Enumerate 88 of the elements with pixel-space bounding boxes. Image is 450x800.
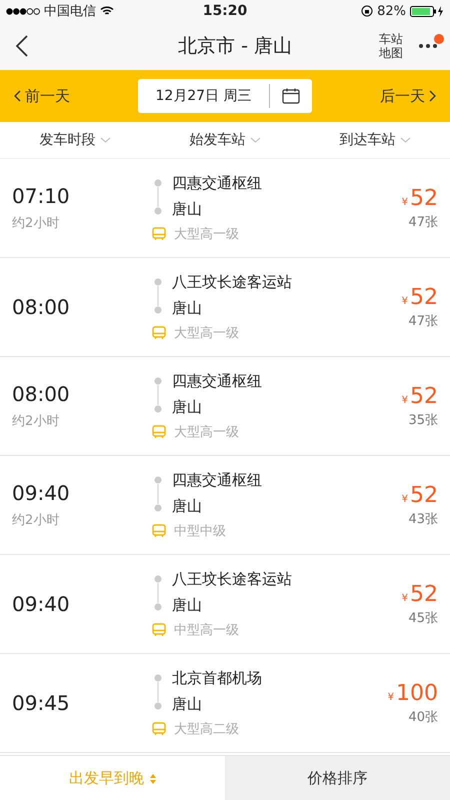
dropdown-caret-icon xyxy=(100,137,110,143)
origin-station: 四惠交通枢纽 xyxy=(172,470,262,490)
bus-type: 大型高一级 xyxy=(174,325,239,342)
back-icon[interactable] xyxy=(16,35,28,57)
trip-duration: 约2小时 xyxy=(12,215,60,232)
bus-icon xyxy=(152,326,166,340)
seats-left: 45张 xyxy=(408,610,438,626)
destination-station: 唐山 xyxy=(172,694,203,714)
page-title: 北京市 - 唐山 xyxy=(177,34,293,59)
next-day-button[interactable]: 后一天 xyxy=(326,86,436,106)
origin-station: 四惠交通枢纽 xyxy=(172,371,262,391)
ticket-price: 52 xyxy=(410,186,438,210)
destination-station: 唐山 xyxy=(172,496,203,516)
trip-duration: 约2小时 xyxy=(12,512,60,529)
departure-time: 08:00 xyxy=(12,382,71,406)
bus-type: 大型高二级 xyxy=(174,721,239,738)
origin-station: 八王坟长途客运站 xyxy=(172,272,292,292)
rotation-lock-icon xyxy=(361,5,374,17)
seats-left: 47张 xyxy=(408,312,438,330)
currency-symbol: ¥ xyxy=(402,394,408,406)
departure-time: 08:00 xyxy=(12,295,71,319)
trip-row[interactable]: 09:40 八王坟长途客运站 唐山 中型高一级 ¥52 45张 xyxy=(0,555,450,654)
seats-left: 35张 xyxy=(408,412,438,428)
ticket-price: 52 xyxy=(410,582,438,606)
seats-left: 47张 xyxy=(408,214,438,230)
carrier-name: 中国电信 xyxy=(44,3,96,20)
destination-station: 唐山 xyxy=(172,199,203,219)
bus-type: 中型高一级 xyxy=(174,622,239,639)
sort-arrows-icon xyxy=(150,774,156,784)
ticket-price: 100 xyxy=(396,680,438,706)
trip-row[interactable]: 07:10 约2小时 四惠交通枢纽 唐山 大型高一级 ¥52 47张 xyxy=(0,159,450,258)
destination-station: 唐山 xyxy=(172,595,203,615)
currency-symbol: ¥ xyxy=(402,494,408,504)
route-line-icon xyxy=(152,377,164,413)
trip-row[interactable]: 08:00 八王坟长途客运站 唐山 大型高一级 ¥52 47张 xyxy=(0,258,450,357)
route-line-icon xyxy=(152,575,164,611)
previous-day-button[interactable]: 前一天 xyxy=(14,86,124,106)
bus-icon xyxy=(152,227,166,241)
seats-left: 43张 xyxy=(408,510,438,528)
dropdown-caret-icon xyxy=(250,137,260,143)
bus-type: 中型中级 xyxy=(174,523,226,540)
bus-icon xyxy=(152,524,166,538)
battery-icon xyxy=(410,6,444,16)
ticket-price: 52 xyxy=(410,384,438,408)
bus-type: 大型高一级 xyxy=(174,424,239,441)
bus-icon xyxy=(152,623,166,637)
departure-time: 09:40 xyxy=(12,592,71,616)
departure-time: 09:45 xyxy=(12,691,71,715)
chevron-right-icon xyxy=(429,90,436,102)
clock: 15:20 xyxy=(202,3,248,19)
station-map-link[interactable]: 车站地图 xyxy=(376,32,406,60)
origin-station: 北京首都机场 xyxy=(172,668,262,688)
filter-dropdown[interactable]: 发车时段 xyxy=(0,122,150,158)
departure-time: 07:10 xyxy=(12,184,71,208)
bus-icon xyxy=(152,722,166,736)
calendar-icon xyxy=(282,88,300,104)
more-icon[interactable] xyxy=(419,44,437,48)
trip-row[interactable]: 09:40 约2小时 四惠交通枢纽 唐山 中型中级 ¥52 43张 xyxy=(0,456,450,555)
chevron-left-icon xyxy=(14,90,21,102)
ticket-price: 52 xyxy=(410,482,438,508)
date-picker[interactable]: 12月27日 周三 xyxy=(138,79,312,113)
filter-dropdown[interactable]: 到达车站 xyxy=(300,122,450,158)
route-line-icon xyxy=(152,278,164,314)
ticket-price: 52 xyxy=(410,284,438,310)
dropdown-caret-icon xyxy=(400,137,410,143)
currency-symbol: ¥ xyxy=(402,196,408,208)
sort-tab[interactable]: 价格排序 xyxy=(225,756,450,800)
trip-duration: 约2小时 xyxy=(12,413,60,430)
departure-time: 09:40 xyxy=(12,481,71,505)
route-line-icon xyxy=(152,179,164,215)
bus-type: 大型高一级 xyxy=(174,226,239,243)
bus-icon xyxy=(152,425,166,439)
trip-row[interactable]: 08:00 约2小时 四惠交通枢纽 唐山 大型高一级 ¥52 35张 xyxy=(0,357,450,456)
filter-dropdown[interactable]: 始发车站 xyxy=(150,122,300,158)
origin-station: 四惠交通枢纽 xyxy=(172,173,262,193)
currency-symbol: ¥ xyxy=(402,592,408,604)
route-line-icon xyxy=(152,476,164,512)
trip-row[interactable]: 09:45 北京首都机场 唐山 大型高二级 ¥100 40张 xyxy=(0,654,450,753)
origin-station: 八王坟长途客运站 xyxy=(172,569,292,589)
seats-left: 40张 xyxy=(408,708,438,726)
signal-icon xyxy=(6,8,40,14)
wifi-icon xyxy=(100,6,114,16)
destination-station: 唐山 xyxy=(172,298,203,318)
currency-symbol: ¥ xyxy=(402,296,408,306)
battery-percent: 82% xyxy=(377,4,406,18)
route-line-icon xyxy=(152,674,164,710)
destination-station: 唐山 xyxy=(172,397,203,417)
currency-symbol: ¥ xyxy=(388,692,394,702)
